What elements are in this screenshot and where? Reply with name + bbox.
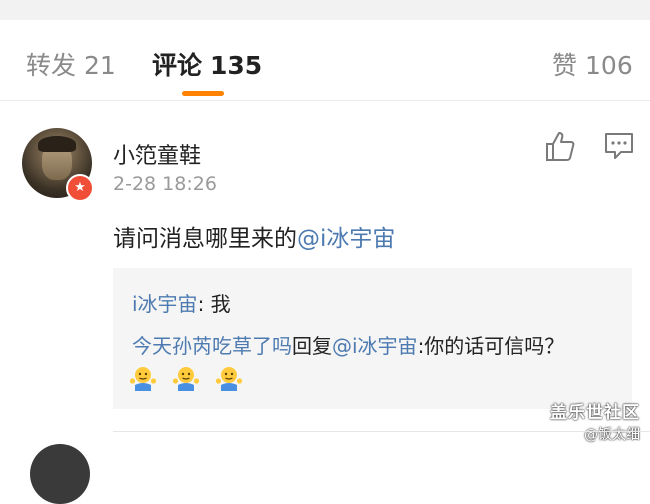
reply-mention[interactable]: @i冰宇宙 xyxy=(332,334,418,358)
avatar-hair xyxy=(38,136,76,152)
shrug-emoji-icon xyxy=(129,367,157,391)
tab-comments-count: 135 xyxy=(210,51,263,80)
reply-text: :你的话可信吗？ xyxy=(417,334,565,358)
tab-likes-label: 赞 xyxy=(552,51,578,80)
top-strip xyxy=(0,0,650,21)
watermark-handle: @饭太细 xyxy=(584,427,640,443)
reply-text: : 我 xyxy=(197,292,231,316)
shrug-emoji-icon xyxy=(172,367,200,391)
comment-bubble-icon[interactable] xyxy=(604,131,634,161)
verified-badge-icon: ★ xyxy=(66,174,94,202)
thumbs-up-icon[interactable] xyxy=(543,129,577,163)
tab-comments[interactable]: 评论 135 xyxy=(152,46,262,82)
comment-username[interactable]: 小笵童鞋 xyxy=(113,138,201,170)
next-comment-avatar[interactable] xyxy=(30,444,90,504)
reply-author[interactable]: i冰宇宙 xyxy=(132,292,198,316)
reply-author[interactable]: 今天孙芮吃草了吗 xyxy=(132,334,292,358)
tab-reposts-label: 转发 xyxy=(26,51,77,80)
emoji-row xyxy=(129,364,253,392)
tab-likes[interactable]: 赞 106 xyxy=(552,46,633,82)
comment-divider xyxy=(113,431,650,432)
active-tab-indicator xyxy=(182,91,224,96)
tab-reposts-count: 21 xyxy=(84,51,116,80)
reply-item: i冰宇宙: 我 xyxy=(132,288,231,317)
comment-body: 请问消息哪里来的@i冰宇宙 xyxy=(113,219,395,253)
watermark: 盖乐世社区 @饭太细 xyxy=(550,398,640,444)
tab-comments-label: 评论 xyxy=(152,51,203,80)
tab-reposts[interactable]: 转发 21 xyxy=(26,46,116,82)
comment-text: 请问消息哪里来的 xyxy=(113,226,297,252)
reply-thread[interactable]: i冰宇宙: 我 今天孙芮吃草了吗回复@i冰宇宙:你的话可信吗？ xyxy=(113,268,632,409)
comment-mention[interactable]: @i冰宇宙 xyxy=(297,226,395,252)
watermark-brand: 盖乐世社区 xyxy=(550,403,640,423)
reply-item: 今天孙芮吃草了吗回复@i冰宇宙:你的话可信吗？ xyxy=(132,330,564,359)
tab-likes-count: 106 xyxy=(585,51,633,80)
shrug-emoji-icon xyxy=(216,367,243,391)
comment-timestamp: 2-28 18:26 xyxy=(113,173,217,195)
comment-tabs: 转发 21 评论 135 赞 106 xyxy=(0,20,650,101)
reply-verb: 回复 xyxy=(292,334,332,358)
